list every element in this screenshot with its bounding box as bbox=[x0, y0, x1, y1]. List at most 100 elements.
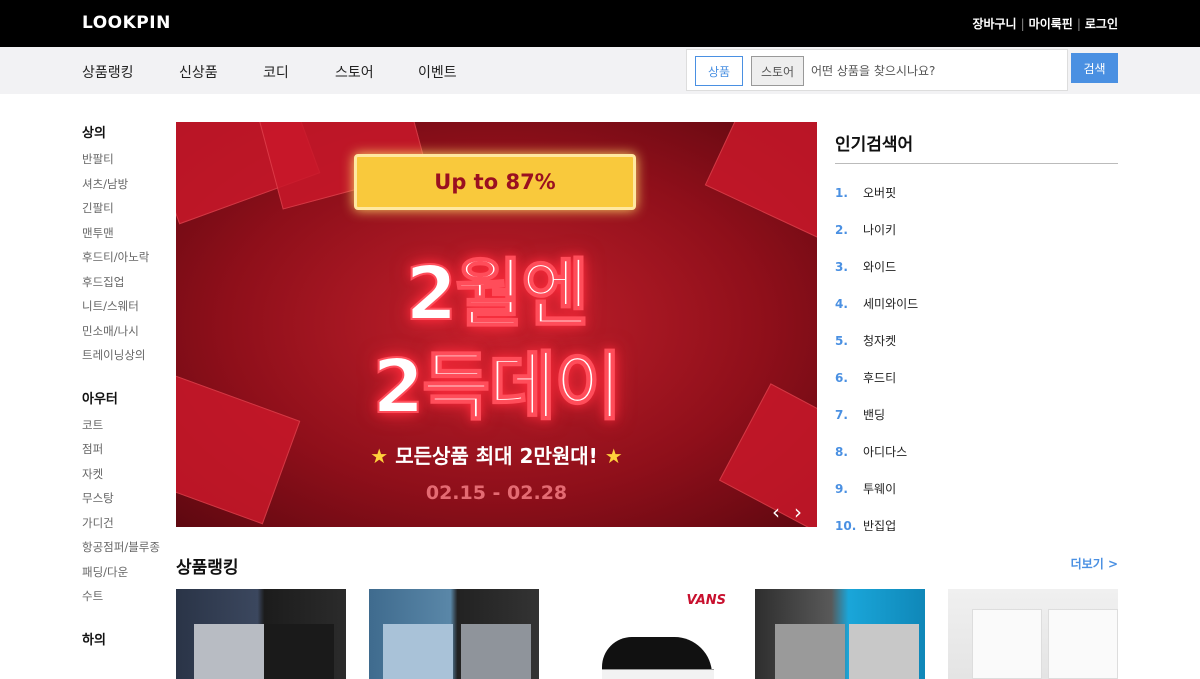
search-term[interactable]: 오버핏 bbox=[863, 184, 896, 201]
popular-search-item[interactable]: 5. 청자켓 bbox=[835, 322, 1118, 359]
banner-subline-text: 모든상품 최대 2만원대! bbox=[395, 444, 598, 468]
divider: | bbox=[1020, 16, 1025, 31]
star-icon: ★ bbox=[370, 444, 389, 468]
category-item[interactable]: 트레이닝상의 bbox=[82, 347, 172, 372]
popular-search-item[interactable]: 9. 투웨이 bbox=[835, 470, 1118, 507]
search-scope-product[interactable]: 상품 bbox=[695, 56, 743, 86]
category-sidebar: 상의 반팔티 셔츠/남방 긴팔티 맨투맨 후드티/아노락 후드집업 니트/스웨터… bbox=[82, 122, 172, 664]
search-term[interactable]: 밴딩 bbox=[863, 406, 885, 423]
category-item[interactable]: 코트 bbox=[82, 417, 172, 442]
product-card[interactable] bbox=[369, 589, 539, 679]
nav-item-new[interactable]: 신상품 bbox=[179, 62, 218, 82]
chevron-left-icon[interactable]: ‹ bbox=[772, 500, 780, 524]
product-image bbox=[1048, 609, 1118, 679]
popular-search-item[interactable]: 10. 반집업 bbox=[835, 507, 1118, 544]
popular-searches: 인기검색어 1. 오버핏 2. 나이키 3. 와이드 4. 세미와이드 5. 청자켓 6.… bbox=[835, 122, 1118, 544]
banner-decor-tile bbox=[704, 122, 817, 249]
rank-number: 10. bbox=[835, 518, 857, 533]
category-item[interactable]: 민소매/나시 bbox=[82, 323, 172, 348]
product-card[interactable] bbox=[176, 589, 346, 679]
search-term[interactable]: 세미와이드 bbox=[863, 295, 918, 312]
rank-number: 2. bbox=[835, 222, 848, 237]
category-group-outer: 아우터 코트 점퍼 자켓 무스탕 가디건 항공점퍼/블루종 패딩/다운 수트 bbox=[82, 388, 172, 613]
search-scope-store[interactable]: 스토어 bbox=[751, 56, 804, 86]
rank-number: 1. bbox=[835, 185, 848, 200]
rank-number: 9. bbox=[835, 481, 848, 496]
category-heading[interactable]: 하의 bbox=[82, 629, 172, 648]
rank-number: 8. bbox=[835, 444, 848, 459]
nav-item-ranking[interactable]: 상품랭킹 bbox=[82, 62, 134, 82]
my-lookpin-link[interactable]: 마이룩핀 bbox=[1029, 15, 1073, 32]
chevron-right-icon[interactable]: › bbox=[794, 500, 802, 524]
category-item[interactable]: 무스탕 bbox=[82, 490, 172, 515]
popular-search-item[interactable]: 6. 후드티 bbox=[835, 359, 1118, 396]
category-item[interactable]: 항공점퍼/블루종 bbox=[82, 539, 172, 564]
popular-search-item[interactable]: 3. 와이드 bbox=[835, 248, 1118, 285]
search-input[interactable] bbox=[811, 58, 1059, 84]
search-button[interactable]: 검색 bbox=[1071, 53, 1118, 83]
popular-search-item[interactable]: 1. 오버핏 bbox=[835, 174, 1118, 211]
category-item[interactable]: 가디건 bbox=[82, 515, 172, 540]
popular-search-item[interactable]: 2. 나이키 bbox=[835, 211, 1118, 248]
nav-bar: 상품랭킹 신상품 코디 스토어 이벤트 상품 스토어 검색 bbox=[0, 47, 1200, 94]
more-link[interactable]: 더보기 > bbox=[1071, 555, 1118, 572]
search-term[interactable]: 반집업 bbox=[863, 517, 896, 534]
category-heading[interactable]: 상의 bbox=[82, 122, 172, 141]
product-image bbox=[461, 624, 531, 679]
product-image bbox=[849, 624, 919, 679]
rank-number: 5. bbox=[835, 333, 848, 348]
banner-headline-2: 2득데이 bbox=[372, 343, 624, 431]
popular-search-item[interactable]: 8. 아디다스 bbox=[835, 433, 1118, 470]
logo[interactable]: LOOKPIN bbox=[82, 13, 171, 33]
category-group-tops: 상의 반팔티 셔츠/남방 긴팔티 맨투맨 후드티/아노락 후드집업 니트/스웨터… bbox=[82, 122, 172, 372]
vans-logo: VANS bbox=[686, 593, 726, 608]
search-box: 상품 스토어 bbox=[686, 49, 1068, 91]
nav-item-coordi[interactable]: 코디 bbox=[263, 62, 289, 82]
search-term[interactable]: 청자켓 bbox=[863, 332, 896, 349]
popular-search-item[interactable]: 4. 세미와이드 bbox=[835, 285, 1118, 322]
discount-badge: Up to 87% bbox=[354, 154, 636, 210]
category-item[interactable]: 수트 bbox=[82, 588, 172, 613]
category-item[interactable]: 긴팔티 bbox=[82, 200, 172, 225]
nav-item-store[interactable]: 스토어 bbox=[335, 62, 374, 82]
category-item[interactable]: 자켓 bbox=[82, 466, 172, 491]
category-item[interactable]: 패딩/다운 bbox=[82, 564, 172, 589]
search-term[interactable]: 아디다스 bbox=[863, 443, 907, 460]
ranking-section-title: 상품랭킹 bbox=[176, 558, 239, 578]
product-image bbox=[264, 624, 334, 679]
product-image bbox=[383, 624, 453, 679]
popular-search-item[interactable]: 7. 밴딩 bbox=[835, 396, 1118, 433]
top-links: 장바구니 | 마이룩핀 | 로그인 bbox=[972, 15, 1118, 32]
product-image bbox=[775, 624, 845, 679]
login-link[interactable]: 로그인 bbox=[1085, 15, 1118, 32]
category-item[interactable]: 맨투맨 bbox=[82, 225, 172, 250]
rank-number: 6. bbox=[835, 370, 848, 385]
category-group-bottoms: 하의 bbox=[82, 629, 172, 648]
banner-headline-1: 2월엔 bbox=[405, 250, 591, 338]
search-term[interactable]: 후드티 bbox=[863, 369, 896, 386]
category-item[interactable]: 후드집업 bbox=[82, 274, 172, 299]
promo-banner[interactable]: Up to 87% 2월엔 2득데이 ★ 모든상품 최대 2만원대! ★ 02.… bbox=[176, 122, 817, 527]
popular-search-list: 1. 오버핏 2. 나이키 3. 와이드 4. 세미와이드 5. 청자켓 6. 후드티 7.… bbox=[835, 174, 1118, 544]
category-item[interactable]: 반팔티 bbox=[82, 151, 172, 176]
category-item[interactable]: 후드티/아노락 bbox=[82, 249, 172, 274]
category-item[interactable]: 니트/스웨터 bbox=[82, 298, 172, 323]
popular-searches-title: 인기검색어 bbox=[835, 122, 1118, 164]
search-term[interactable]: 나이키 bbox=[863, 221, 896, 238]
shoe-sole bbox=[602, 669, 714, 679]
product-list: VANS bbox=[176, 589, 1118, 679]
star-icon: ★ bbox=[604, 444, 623, 468]
nav-item-event[interactable]: 이벤트 bbox=[418, 62, 457, 82]
product-card[interactable] bbox=[948, 589, 1118, 679]
category-heading[interactable]: 아우터 bbox=[82, 388, 172, 407]
search-term[interactable]: 투웨이 bbox=[863, 480, 896, 497]
category-item[interactable]: 셔츠/남방 bbox=[82, 176, 172, 201]
cart-link[interactable]: 장바구니 bbox=[972, 15, 1016, 32]
category-item[interactable]: 점퍼 bbox=[82, 441, 172, 466]
banner-arrows: ‹ › bbox=[772, 500, 802, 524]
product-card[interactable]: VANS bbox=[562, 589, 732, 679]
banner-subline: ★ 모든상품 최대 2만원대! ★ bbox=[176, 440, 817, 469]
banner-dates: 02.15 - 02.28 bbox=[425, 482, 568, 504]
search-term[interactable]: 와이드 bbox=[863, 258, 896, 275]
product-card[interactable] bbox=[755, 589, 925, 679]
